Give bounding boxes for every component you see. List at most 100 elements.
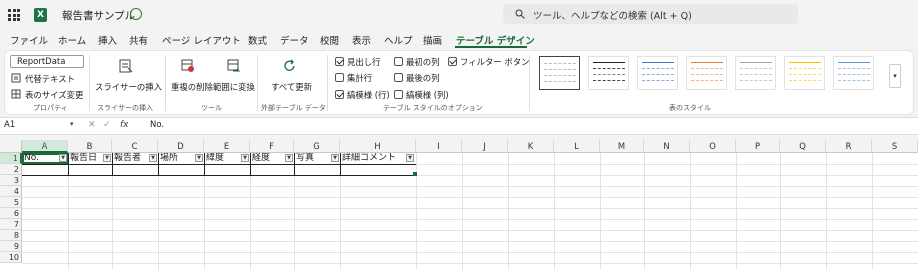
tab-share[interactable]: 共有 <box>129 33 148 47</box>
tab-review[interactable]: 校閲 <box>320 33 339 47</box>
column-header[interactable]: Q <box>780 140 826 153</box>
search-box[interactable]: ツール、ヘルプなどの検索 (Alt + Q) <box>503 4 798 24</box>
tab-data[interactable]: データ <box>280 33 309 47</box>
row-header[interactable]: 5 <box>0 197 22 208</box>
last-column-checkbox[interactable] <box>394 73 403 82</box>
slicer-icon <box>119 59 133 73</box>
row-header[interactable]: 9 <box>0 241 22 252</box>
table-header-reporter[interactable]: 報告者 <box>112 153 150 164</box>
table-header-report-date[interactable]: 報告日 <box>68 153 104 164</box>
filter-chevron-down-icon[interactable]: ▼ <box>195 154 203 162</box>
column-header[interactable]: P <box>736 140 780 153</box>
row-header[interactable]: 8 <box>0 230 22 241</box>
column-header[interactable]: R <box>826 140 872 153</box>
tab-file[interactable]: ファイル <box>10 33 48 47</box>
remove-duplicates-button[interactable]: 重複の削除 <box>171 81 213 93</box>
tab-page-layout[interactable]: ページ レイアウト <box>162 33 241 47</box>
banded-rows-label: 縞模様 (行) <box>347 90 390 100</box>
table-style-light-4[interactable] <box>735 56 776 90</box>
tab-insert[interactable]: 挿入 <box>98 33 117 47</box>
header-row-label: 見出し行 <box>347 57 381 67</box>
table-header-photo[interactable]: 写真 <box>294 153 332 164</box>
resize-table-button[interactable]: 表のサイズ変更 <box>25 89 83 101</box>
table-style-light-5[interactable] <box>784 56 825 90</box>
tab-view[interactable]: 表示 <box>352 33 371 47</box>
row-header[interactable]: 10 <box>0 252 22 263</box>
table-header-comment[interactable]: 詳細コメント <box>340 153 406 164</box>
gallery-more-chevron-down-icon[interactable]: ▾ <box>889 64 901 88</box>
column-header[interactable]: H <box>340 140 416 153</box>
insert-slicer-button[interactable]: スライサーの挿入 <box>95 81 162 93</box>
table-header-latitude[interactable]: 緯度 <box>204 153 242 164</box>
column-header[interactable]: G <box>294 140 340 153</box>
column-header[interactable]: L <box>554 140 600 153</box>
column-header[interactable]: D <box>158 140 204 153</box>
header-row-checkbox[interactable] <box>335 57 344 66</box>
row-header[interactable]: 2 <box>0 164 22 175</box>
column-header[interactable]: M <box>600 140 644 153</box>
column-header[interactable]: O <box>690 140 736 153</box>
group-separator <box>327 55 328 111</box>
group-separator <box>257 55 258 111</box>
table-style-light-1[interactable] <box>588 56 629 90</box>
table-style-none[interactable] <box>539 56 580 90</box>
banded-rows-checkbox[interactable] <box>335 90 344 99</box>
filter-chevron-down-icon[interactable]: ▼ <box>103 154 111 162</box>
app-launcher-icon[interactable] <box>8 9 20 21</box>
filter-button-checkbox[interactable] <box>448 57 457 66</box>
table-style-light-6[interactable] <box>833 56 874 90</box>
tab-help[interactable]: ヘルプ <box>384 33 413 47</box>
insert-function-icon[interactable]: fx <box>120 120 129 130</box>
banded-columns-checkbox[interactable] <box>394 90 403 99</box>
name-box[interactable]: A1 <box>2 119 80 132</box>
filter-chevron-down-icon[interactable]: ▼ <box>406 154 414 162</box>
title-bar: X 報告書サンプル ツール、ヘルプなどの検索 (Alt + Q) <box>0 0 918 30</box>
table-style-light-3[interactable] <box>686 56 727 90</box>
table-header-longitude[interactable]: 経度 <box>250 153 286 164</box>
refresh-all-button[interactable]: すべて更新 <box>271 81 312 93</box>
table-header-location[interactable]: 場所 <box>158 153 196 164</box>
row-header[interactable]: 3 <box>0 175 22 186</box>
filter-chevron-down-icon[interactable]: ▼ <box>241 154 249 162</box>
convert-to-range-button[interactable]: 範囲に変換 <box>213 81 255 93</box>
filter-chevron-down-icon[interactable]: ▼ <box>331 154 339 162</box>
row-header[interactable]: 6 <box>0 208 22 219</box>
tab-table-design[interactable]: テーブル デザイン <box>456 33 535 47</box>
row-header[interactable]: 7 <box>0 219 22 230</box>
filter-chevron-down-icon[interactable]: ▼ <box>59 154 67 162</box>
total-row-checkbox[interactable] <box>335 73 344 82</box>
worksheet-grid[interactable]: A B C D E F G H I J K L M N O P Q R S 1 … <box>0 140 918 270</box>
saved-status-icon[interactable] <box>130 8 142 20</box>
column-header[interactable]: C <box>112 140 158 153</box>
column-header[interactable]: K <box>508 140 554 153</box>
column-header[interactable]: B <box>68 140 112 153</box>
table-style-light-2[interactable] <box>637 56 678 90</box>
cancel-icon[interactable]: ✕ <box>88 120 96 130</box>
tab-home[interactable]: ホーム <box>58 33 86 47</box>
table-header-no[interactable]: No. <box>22 153 60 164</box>
column-header[interactable]: E <box>204 140 250 153</box>
filter-chevron-down-icon[interactable]: ▼ <box>149 154 157 162</box>
table-resize-handle[interactable] <box>413 172 417 176</box>
column-header[interactable]: I <box>416 140 462 153</box>
column-header[interactable]: J <box>462 140 508 153</box>
document-title[interactable]: 報告書サンプル <box>62 8 135 23</box>
name-box-chevron-down-icon[interactable]: ▾ <box>70 120 74 128</box>
row-header[interactable]: 4 <box>0 186 22 197</box>
filter-chevron-down-icon[interactable]: ▼ <box>285 154 293 162</box>
column-header[interactable]: N <box>644 140 690 153</box>
enter-check-icon[interactable]: ✓ <box>103 120 111 130</box>
column-header[interactable]: F <box>250 140 294 153</box>
formula-content[interactable]: No. <box>150 120 164 130</box>
tab-draw[interactable]: 描画 <box>423 33 442 47</box>
refresh-icon <box>284 59 295 71</box>
row-header[interactable]: 1 <box>0 153 22 164</box>
resize-table-icon <box>11 89 21 99</box>
column-header[interactable]: S <box>872 140 918 153</box>
table-name-input[interactable]: ReportData <box>10 55 84 68</box>
tab-formulas[interactable]: 数式 <box>248 33 267 47</box>
column-header[interactable]: A <box>22 140 68 153</box>
select-all-corner[interactable] <box>0 140 22 153</box>
first-column-checkbox[interactable] <box>394 57 403 66</box>
alt-text-button[interactable]: 代替テキスト <box>25 73 75 85</box>
